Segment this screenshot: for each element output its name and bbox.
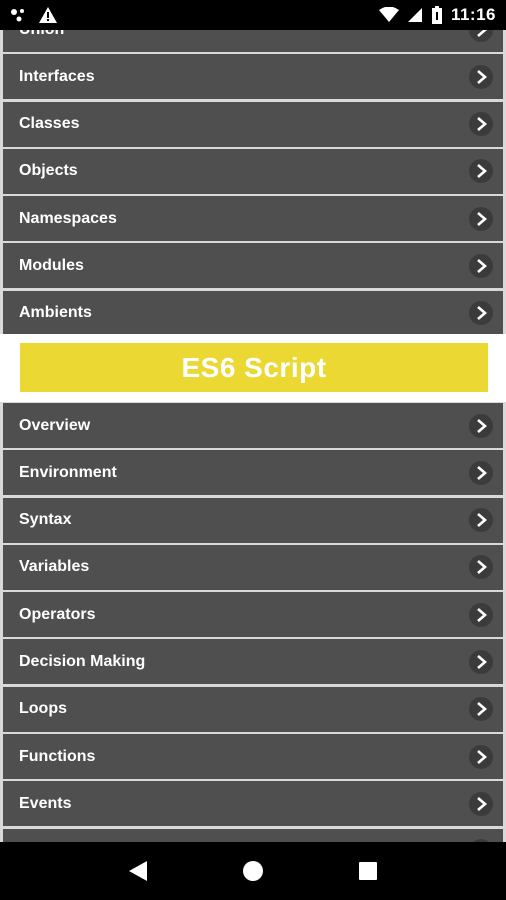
list-item-label: Interfaces — [19, 67, 95, 85]
list-item-label: Functions — [19, 747, 96, 765]
chevron-right-icon — [469, 791, 493, 816]
list-item-variables[interactable]: Variables — [3, 544, 503, 590]
list-item-label: Overview — [19, 416, 91, 434]
chevron-right-icon — [469, 744, 493, 769]
list-item-label: Classes — [19, 115, 80, 133]
navigation-bar — [0, 842, 506, 900]
signal-icon — [407, 7, 423, 23]
status-right: 11:16 — [378, 5, 496, 25]
back-icon[interactable] — [118, 851, 158, 891]
chevron-right-icon — [469, 697, 493, 722]
warning-icon — [38, 6, 58, 24]
list-item-label: Decision Making — [19, 652, 146, 670]
list-item-objects[interactable]: Objects — [3, 148, 503, 194]
list-item-partial[interactable] — [3, 828, 503, 842]
chevron-right-icon — [469, 602, 493, 627]
chevron-right-icon — [469, 206, 493, 231]
chevron-right-icon — [469, 253, 493, 278]
home-icon[interactable] — [233, 851, 273, 891]
section-header-es6: ES6 Script — [20, 343, 488, 392]
list-item-label: Events — [19, 794, 72, 812]
typescript-topic-list: Union Interfaces Classes Objects Namespa… — [3, 30, 503, 338]
list-item-events[interactable]: Events — [3, 781, 503, 827]
chevron-right-icon — [469, 460, 493, 485]
list-item-decision-making[interactable]: Decision Making — [3, 639, 503, 685]
list-item-label: Union — [19, 30, 64, 39]
list-item-loops[interactable]: Loops — [3, 686, 503, 732]
list-item-union[interactable]: Union — [3, 30, 503, 52]
list-item-modules[interactable]: Modules — [3, 243, 503, 289]
list-item-label: Operators — [19, 605, 96, 623]
battery-icon — [431, 6, 443, 24]
status-bar: 11:16 — [0, 0, 506, 30]
status-left — [10, 6, 58, 24]
es6-topic-list: Overview Environment Syntax Variables Op… — [3, 403, 503, 842]
list-item-label: Loops — [19, 700, 67, 718]
chevron-right-icon — [469, 508, 493, 533]
chevron-right-icon — [469, 159, 493, 184]
list-item-ambients[interactable]: Ambients — [3, 290, 503, 336]
list-item-syntax[interactable]: Syntax — [3, 497, 503, 543]
list-item-label: Modules — [19, 256, 84, 274]
list-item-overview[interactable]: Overview — [3, 403, 503, 448]
chevron-right-icon — [469, 112, 493, 137]
chevron-right-icon — [469, 64, 493, 89]
list-item-label: Environment — [19, 463, 117, 481]
list-item-label: Syntax — [19, 511, 72, 529]
chevron-right-icon — [469, 649, 493, 674]
list-item-namespaces[interactable]: Namespaces — [3, 196, 503, 242]
content-area[interactable]: Union Interfaces Classes Objects Namespa… — [0, 30, 506, 842]
list-item-environment[interactable]: Environment — [3, 450, 503, 496]
chevron-right-icon — [469, 30, 493, 42]
recents-icon[interactable] — [348, 851, 388, 891]
status-time: 11:16 — [450, 5, 496, 24]
list-item-label: Ambients — [19, 304, 92, 322]
notification-dots-icon — [10, 7, 30, 23]
wifi-icon — [378, 7, 399, 23]
chevron-right-icon — [469, 301, 493, 326]
chevron-right-icon — [469, 555, 493, 580]
list-item-label: Namespaces — [19, 209, 117, 227]
list-item-interfaces[interactable]: Interfaces — [3, 54, 503, 100]
list-item-label: Objects — [19, 162, 78, 180]
list-item-operators[interactable]: Operators — [3, 592, 503, 638]
list-item-functions[interactable]: Functions — [3, 734, 503, 780]
list-item-classes[interactable]: Classes — [3, 101, 503, 147]
chevron-right-icon — [469, 413, 493, 438]
list-item-label: Variables — [19, 558, 90, 576]
